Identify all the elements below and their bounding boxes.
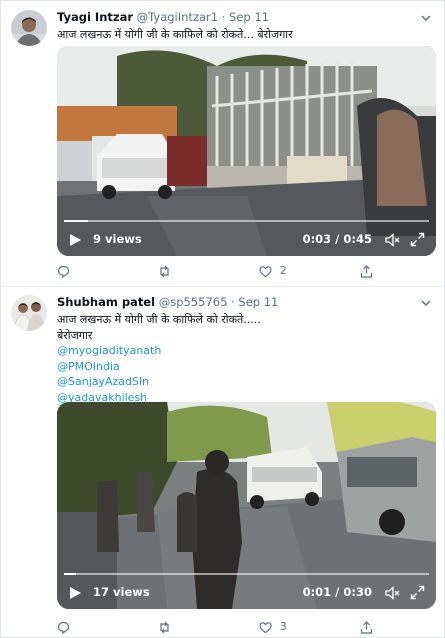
- author-name[interactable]: Tyagi Intzar: [57, 10, 133, 24]
- video-progress-fill: [64, 573, 77, 575]
- video-progress-bar[interactable]: [64, 220, 429, 222]
- share-button[interactable]: [360, 618, 373, 636]
- meta-separator: ·: [231, 295, 235, 309]
- volume-muted-icon[interactable]: [384, 232, 400, 248]
- meta-separator: ·: [221, 10, 226, 24]
- tweet-date[interactable]: Sep 11: [229, 10, 269, 24]
- reply-button[interactable]: [57, 618, 78, 636]
- video-progress-bar[interactable]: [64, 573, 429, 575]
- retweet-icon: [160, 621, 169, 633]
- tweet-header: Shubham patel @sp555765 · Sep 11: [57, 295, 278, 309]
- reply-icon: [57, 265, 70, 278]
- author-name[interactable]: Shubham patel: [57, 295, 155, 309]
- retweet-button[interactable]: [158, 262, 179, 280]
- video-controls: 17 views 0:01 / 0:30: [57, 577, 436, 609]
- tweet-text: आज लखनऊ में योगी जी के काफिले को रोकते..…: [57, 312, 431, 405]
- play-icon[interactable]: [68, 586, 82, 600]
- author-handle[interactable]: @TyagiIntzar1: [137, 10, 218, 24]
- tweet-actions: 2: [57, 262, 437, 280]
- video-controls: 9 views 0:03 / 0:45: [57, 224, 436, 256]
- author-avatar[interactable]: [11, 10, 47, 46]
- author-avatar[interactable]: [11, 295, 47, 331]
- share-icon: [360, 620, 373, 634]
- like-button[interactable]: 2: [259, 262, 287, 280]
- reply-button[interactable]: [57, 262, 78, 280]
- tweet-1[interactable]: Tyagi Intzar @TyagiIntzar1 · Sep 11 आज ल…: [0, 0, 445, 286]
- retweet-button[interactable]: [158, 618, 179, 636]
- tweet-text-line: बेरोजगार: [57, 328, 93, 342]
- mention-link[interactable]: @myogiadityanath: [57, 343, 431, 359]
- like-icon: [259, 265, 272, 277]
- fullscreen-icon[interactable]: [410, 232, 425, 247]
- like-count: 3: [280, 621, 287, 633]
- tweet-text-line: आज लखनऊ में योगी जी के काफिले को रोकते..…: [57, 313, 261, 326]
- tweet-text: आज लखनऊ में योगी जी के काफिले को रोकते..…: [57, 27, 431, 43]
- author-handle[interactable]: @sp555765: [159, 295, 228, 309]
- like-button[interactable]: 3: [259, 618, 287, 636]
- retweet-icon: [160, 265, 169, 277]
- chevron-down-icon[interactable]: [419, 11, 433, 25]
- video-view-count: 9 views: [93, 232, 142, 246]
- video-player[interactable]: 17 views 0:01 / 0:30: [57, 402, 436, 609]
- volume-muted-icon[interactable]: [384, 585, 400, 601]
- like-icon: [259, 621, 272, 633]
- video-progress-fill: [64, 220, 89, 222]
- video-time: 0:01 / 0:30: [302, 585, 372, 599]
- video-view-count: 17 views: [93, 585, 150, 599]
- mention-link[interactable]: @PMOIndia: [57, 359, 431, 375]
- chevron-down-icon[interactable]: [419, 296, 433, 310]
- tweet-text-line: आज लखनऊ में योगी जी के काफिले को रोकते..…: [57, 28, 293, 41]
- video-player[interactable]: 9 views 0:03 / 0:45: [57, 46, 436, 256]
- tweet-date[interactable]: Sep 11: [238, 295, 278, 309]
- like-count: 2: [280, 265, 287, 277]
- tweet-2[interactable]: Shubham patel @sp555765 · Sep 11 आज लखनऊ…: [0, 287, 445, 638]
- reply-icon: [57, 621, 70, 634]
- tweet-header: Tyagi Intzar @TyagiIntzar1 · Sep 11: [57, 10, 269, 24]
- share-button[interactable]: [360, 262, 373, 280]
- fullscreen-icon[interactable]: [410, 585, 425, 600]
- tweet-actions: 3: [57, 618, 437, 636]
- share-icon: [360, 264, 373, 278]
- play-icon[interactable]: [68, 233, 82, 247]
- mention-link[interactable]: @SanjayAzadSln: [57, 374, 431, 390]
- video-time: 0:03 / 0:45: [302, 232, 372, 246]
